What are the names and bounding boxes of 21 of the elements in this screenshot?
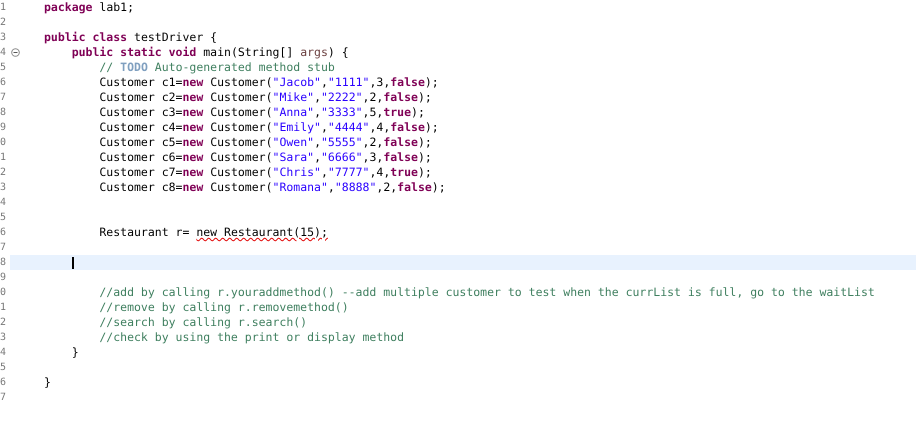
code-line: Customer c4=new Customer("Emily","4444",4,false); <box>98 120 439 135</box>
text-cursor <box>72 257 74 269</box>
code-line: //check by using the print or display method <box>98 330 404 345</box>
collapse-icon[interactable] <box>11 48 20 57</box>
code-line: Customer c7=new Customer("Chris","7777",4,true); <box>98 165 432 180</box>
code-line: Restaurant r= new Restaurant(15); <box>98 225 328 240</box>
code-line: } <box>70 345 79 360</box>
code-line: // TODO Auto-generated method stub <box>98 60 335 75</box>
code-line: //remove by calling r.removemethod() <box>98 300 349 315</box>
code-line: Customer c3=new Customer("Anna","3333",5,true); <box>98 105 425 120</box>
code-line: public static void main(String[] args) { <box>70 45 349 60</box>
code-line: Customer c8=new Customer("Romana","8888",2,false); <box>98 180 446 195</box>
code-line: package lab1; <box>44 0 134 15</box>
code-line: Customer c1=new Customer("Jacob","1111",3,false); <box>98 75 439 90</box>
code-line: //add by calling r.youraddmethod() --add multiple customer to test when the currList is full, go to the waitList <box>98 285 875 300</box>
code-line: //search by calling r.search() <box>98 315 308 330</box>
code-line: Customer c2=new Customer("Mike","2222",2,false); <box>98 90 432 105</box>
code-line: Customer c6=new Customer("Sara","6666",3,false); <box>98 150 432 165</box>
code-line: } <box>44 375 51 390</box>
code-line: Customer c5=new Customer("Owen","5555",2,false); <box>98 135 432 150</box>
code-line: public class testDriver { <box>44 30 218 45</box>
